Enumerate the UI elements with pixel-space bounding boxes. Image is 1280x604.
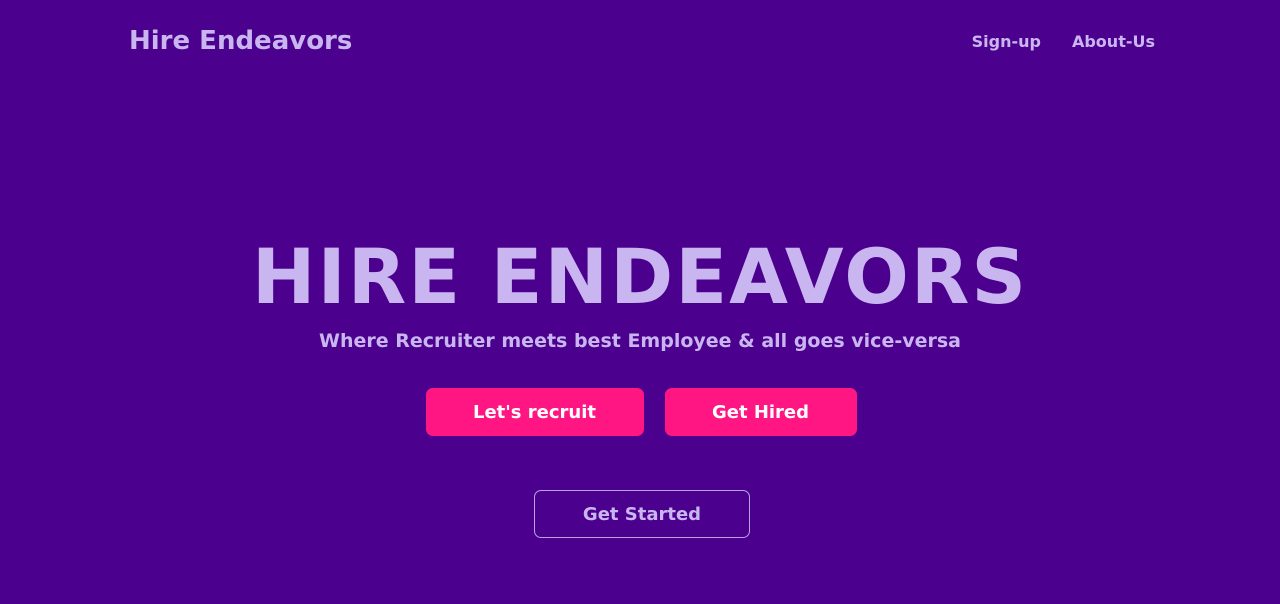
- nav-signup-link[interactable]: Sign-up: [972, 32, 1041, 51]
- cta-button-row: Let's recruit Get Hired: [0, 388, 1280, 436]
- hero-subtitle: Where Recruiter meets best Employee & al…: [319, 330, 961, 352]
- lets-recruit-button[interactable]: Let's recruit: [425, 388, 644, 436]
- brand-logo[interactable]: Hire Endeavors: [129, 26, 352, 56]
- get-hired-button[interactable]: Get Hired: [664, 388, 857, 436]
- hero-title: HIRE ENDEAVORS: [251, 232, 1029, 321]
- get-started-button[interactable]: Get Started: [534, 490, 750, 538]
- nav-about-link[interactable]: About-Us: [1072, 32, 1155, 51]
- top-nav: Sign-up About-Us: [972, 32, 1155, 51]
- get-started-row: Get Started: [534, 490, 750, 538]
- hero-section: HIRE ENDEAVORS Where Recruiter meets bes…: [0, 232, 1280, 353]
